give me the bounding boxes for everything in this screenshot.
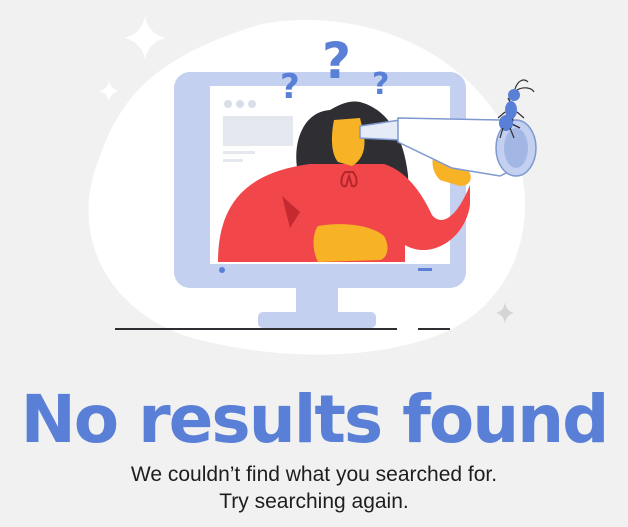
empty-state-message-line2: Try searching again. [219, 490, 409, 513]
empty-state-message-line1: We couldn’t find what you searched for. [130, 463, 498, 486]
empty-state-message: We couldn’t find what you searched for. … [0, 461, 628, 515]
empty-state-title: No results found [20, 381, 610, 458]
sparkle-icon [496, 302, 514, 324]
question-mark-icon: ? [280, 67, 300, 107]
empty-state-illustration: ? ? ? [88, 16, 537, 355]
sparkle-icon [124, 16, 166, 60]
question-mark-icon: ? [372, 67, 389, 102]
sparkle-icon [99, 80, 119, 102]
question-mark-icon: ? [322, 32, 351, 90]
